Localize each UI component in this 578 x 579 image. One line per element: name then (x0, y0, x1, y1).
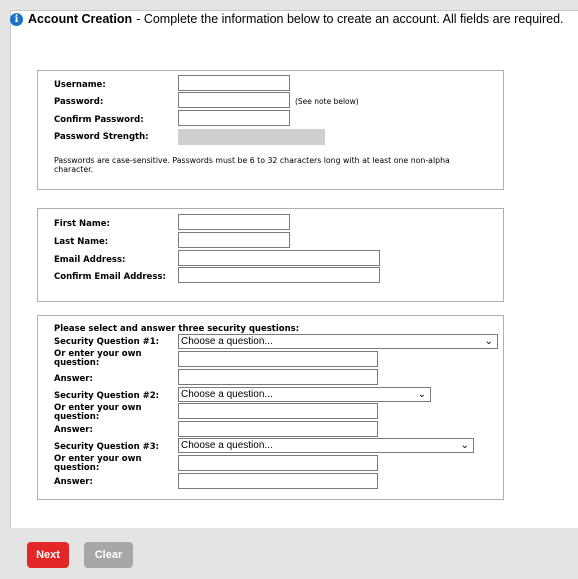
answer-3-label: Answer: (54, 477, 93, 487)
chevron-down-icon: ⌄ (460, 440, 469, 451)
email-label: Email Address: (54, 255, 126, 265)
last-name-input[interactable] (178, 232, 290, 248)
own-question-3-input[interactable] (178, 455, 378, 471)
security-question-3-value: Choose a question... (181, 440, 273, 451)
info-icon: i (10, 12, 23, 26)
security-question-1-select[interactable]: Choose a question... ⌄ (178, 334, 498, 349)
password-label: Password: (54, 97, 104, 107)
answer-1-input[interactable] (178, 369, 378, 385)
answer-3-input[interactable] (178, 473, 378, 489)
page-description: - Complete the information below to crea… (136, 12, 564, 26)
security-question-1-label: Security Question #1: (54, 337, 160, 347)
own-question-2-label: Or enter your own question: (54, 403, 142, 422)
security-heading: Please select and answer three security … (54, 324, 300, 334)
security-question-2-select[interactable]: Choose a question... ⌄ (178, 387, 431, 402)
last-name-label: Last Name: (54, 237, 109, 247)
password-input[interactable] (178, 92, 290, 108)
password-note: (See note below) (295, 97, 359, 106)
chevron-down-icon: ⌄ (484, 336, 493, 347)
security-question-2-value: Choose a question... (181, 389, 273, 400)
password-strength-bar (178, 129, 325, 145)
username-label: Username: (54, 80, 106, 90)
next-button[interactable]: Next (27, 542, 69, 568)
answer-2-label: Answer: (54, 425, 93, 435)
security-question-2-label: Security Question #2: (54, 391, 160, 401)
chevron-down-icon: ⌄ (417, 389, 426, 400)
password-strength-label: Password Strength: (54, 132, 149, 142)
clear-button[interactable]: Clear (84, 542, 133, 568)
password-rules-text: Passwords are case-sensitive. Passwords … (54, 156, 450, 174)
own-question-2-input[interactable] (178, 403, 378, 419)
confirm-email-label: Confirm Email Address: (54, 272, 166, 282)
own-question-1-label: Or enter your own question: (54, 349, 142, 368)
first-name-label: First Name: (54, 219, 110, 229)
confirm-password-input[interactable] (178, 110, 290, 126)
own-question-1-input[interactable] (178, 351, 378, 367)
first-name-input[interactable] (178, 214, 290, 230)
page-title: Account Creation (28, 12, 133, 26)
page-header: i Account Creation - Complete the inform… (10, 9, 564, 29)
answer-2-input[interactable] (178, 421, 378, 437)
own-question-3-label: Or enter your own question: (54, 454, 142, 473)
answer-1-label: Answer: (54, 374, 93, 384)
confirm-password-label: Confirm Password: (54, 115, 144, 125)
username-input[interactable] (178, 75, 290, 91)
confirm-email-input[interactable] (178, 267, 380, 283)
email-input[interactable] (178, 250, 380, 266)
security-question-1-value: Choose a question... (181, 336, 273, 347)
security-question-3-select[interactable]: Choose a question... ⌄ (178, 438, 474, 453)
security-question-3-label: Security Question #3: (54, 442, 160, 452)
